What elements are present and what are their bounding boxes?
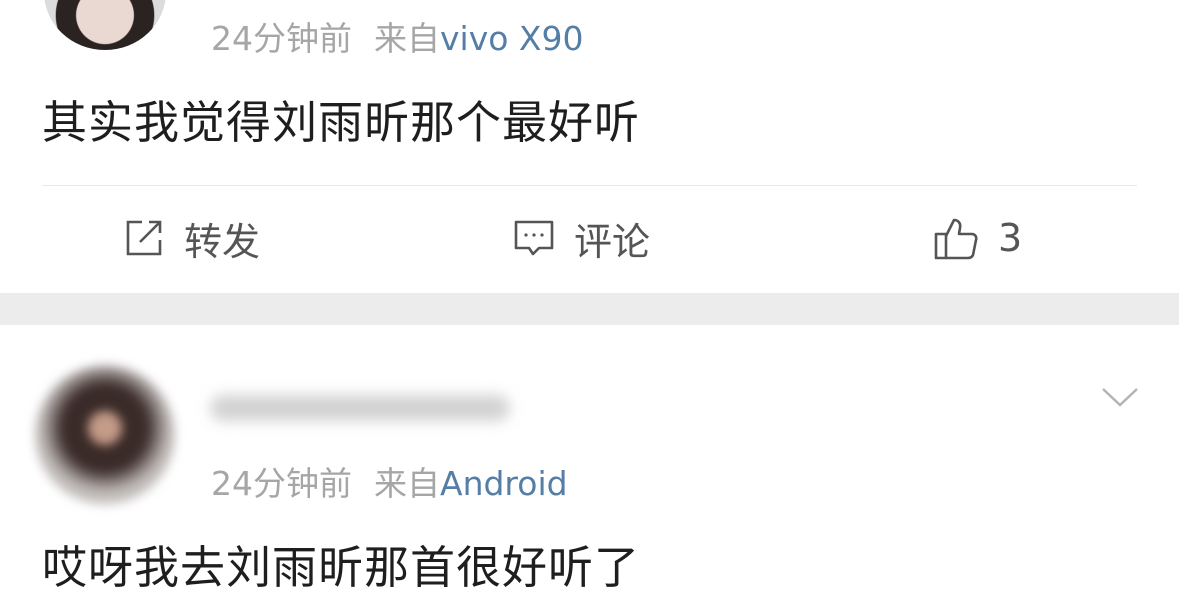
- like-count: 3: [998, 216, 1023, 260]
- post-card: 24分钟前 来自vivo X90 其实我觉得刘雨昕那个最好听 转发 评论 3: [0, 0, 1179, 293]
- like-icon: [932, 214, 980, 262]
- chevron-down-icon[interactable]: [1100, 383, 1140, 413]
- repost-label: 转发: [184, 219, 261, 264]
- comment-label: 评论: [574, 219, 651, 264]
- avatar[interactable]: [44, 0, 166, 50]
- comment-button[interactable]: 评论: [512, 213, 651, 264]
- post-meta: 24分钟前 来自vivo X90: [211, 12, 584, 60]
- post-content[interactable]: 其实我觉得刘雨昕那个最好听: [42, 86, 640, 151]
- post-time: 24分钟前: [211, 464, 352, 503]
- avatar[interactable]: [35, 365, 175, 505]
- username-blurred[interactable]: [210, 395, 510, 421]
- post-meta: 24分钟前 来自Android: [211, 457, 568, 505]
- post-source-device[interactable]: vivo X90: [440, 19, 584, 58]
- post-source-label: 来自: [374, 19, 440, 58]
- divider: [42, 185, 1137, 186]
- post-content[interactable]: 哎呀我去刘雨昕那首很好听了: [42, 531, 640, 596]
- repost-icon: [122, 216, 166, 260]
- post-time: 24分钟前: [211, 19, 352, 58]
- post-card: 24分钟前 来自Android 哎呀我去刘雨昕那首很好听了: [0, 325, 1179, 594]
- post-source-device[interactable]: Android: [440, 464, 568, 503]
- post-source-label: 来自: [374, 464, 440, 503]
- comment-icon: [512, 216, 556, 260]
- feed-separator: [0, 293, 1179, 325]
- repost-button[interactable]: 转发: [122, 213, 261, 264]
- like-button[interactable]: 3: [932, 213, 1022, 263]
